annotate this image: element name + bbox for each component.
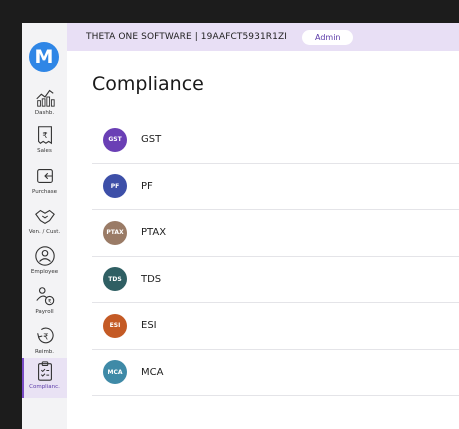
- list-item-label: MCA: [141, 366, 164, 378]
- list-item-label: ESI: [141, 320, 157, 332]
- gst-badge-icon: GST: [103, 127, 127, 152]
- sidebar-item-label: Dashb.: [34, 110, 55, 116]
- sidebar-item-label: Purchase: [32, 189, 57, 195]
- tds-badge-icon: TDS: [103, 267, 127, 292]
- list-item-label: GST: [141, 134, 162, 146]
- sidebar-item-label: Complianc.: [29, 384, 60, 390]
- sidebar-item-label: Ven. / Cust.: [28, 229, 61, 235]
- sidebar-item-employee[interactable]: Employee: [22, 243, 67, 283]
- sidebar-item-label: Payroll: [35, 309, 54, 315]
- mca-badge-icon: MCA: [103, 360, 127, 385]
- role-badge[interactable]: Admin: [301, 29, 354, 45]
- app-window: M Dashb. ₹ Sales Purchase Ven. / Cust. E…: [22, 23, 459, 429]
- svg-text:₹: ₹: [47, 298, 51, 305]
- list-item-tds[interactable]: TDS TDS: [92, 257, 459, 303]
- svg-text:₹: ₹: [42, 130, 47, 140]
- ptax-badge-icon: PTAX: [103, 220, 127, 245]
- compliance-list: GST GST PF PF PTAX PTAX TDS TDS ESI ESI …: [92, 117, 459, 396]
- list-item-label: TDS: [141, 273, 162, 285]
- sidebar-item-reimbursement[interactable]: ₹ Reimb.: [22, 323, 67, 363]
- page-title: Compliance: [92, 73, 204, 95]
- list-item-label: PTAX: [141, 227, 167, 239]
- sidebar-item-label: Reimb.: [34, 349, 55, 355]
- sidebar-item-payroll[interactable]: ₹ Payroll: [22, 283, 67, 323]
- sidebar-item-vendors-customers[interactable]: Ven. / Cust.: [22, 203, 67, 243]
- sidebar-item-compliance[interactable]: Complianc.: [22, 358, 67, 398]
- sales-invoice-icon: ₹: [37, 126, 52, 145]
- sidebar: M Dashb. ₹ Sales Purchase Ven. / Cust. E…: [22, 23, 67, 429]
- list-item-mca[interactable]: MCA MCA: [92, 350, 459, 396]
- pf-badge-icon: PF: [103, 174, 127, 199]
- svg-text:₹: ₹: [43, 332, 48, 342]
- reimbursement-icon: ₹: [36, 327, 54, 344]
- list-item-label: PF: [141, 180, 153, 192]
- compliance-clipboard-icon: [37, 361, 52, 381]
- dashboard-chart-icon: [35, 89, 55, 107]
- sidebar-item-sales[interactable]: ₹ Sales: [22, 122, 67, 162]
- sidebar-item-label: Employee: [30, 269, 59, 275]
- list-item-gst[interactable]: GST GST: [92, 117, 459, 164]
- header-bar: THETA ONE SOFTWARE | 19AAFCT5931R1ZI Adm…: [67, 23, 459, 51]
- list-item-ptax[interactable]: PTAX PTAX: [92, 210, 459, 257]
- sidebar-item-purchase[interactable]: Purchase: [22, 163, 67, 203]
- list-item-esi[interactable]: ESI ESI: [92, 303, 459, 350]
- app-logo[interactable]: M: [29, 42, 59, 72]
- sidebar-item-dashboard[interactable]: Dashb.: [22, 84, 67, 124]
- handshake-icon: [34, 209, 55, 224]
- list-item-pf[interactable]: PF PF: [92, 164, 459, 210]
- purchase-icon: [36, 169, 53, 183]
- payroll-icon: ₹: [35, 287, 54, 306]
- company-name[interactable]: THETA ONE SOFTWARE | 19AAFCT5931R1ZI: [86, 32, 287, 42]
- sidebar-item-label: Sales: [37, 148, 52, 154]
- esi-badge-icon: ESI: [103, 313, 127, 338]
- employee-icon: [34, 246, 55, 266]
